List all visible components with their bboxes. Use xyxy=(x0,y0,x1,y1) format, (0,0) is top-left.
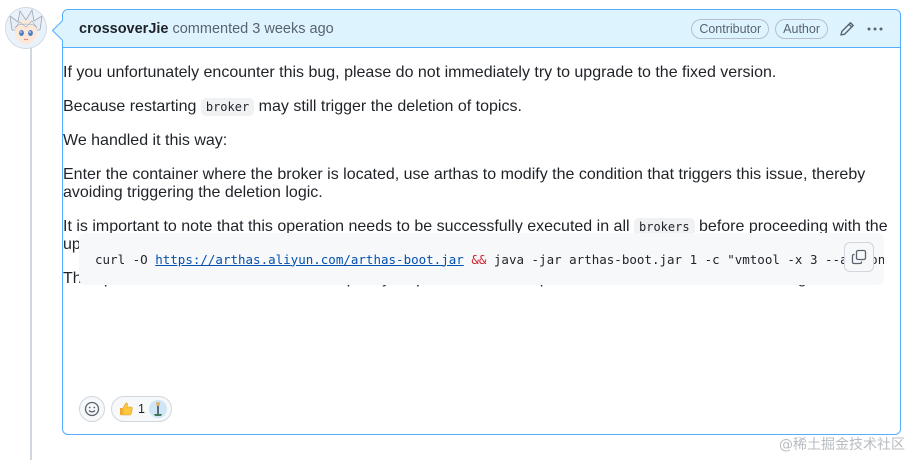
comment-action: commented xyxy=(172,20,249,37)
paragraph-3: We handled it this way: xyxy=(63,132,228,149)
comment-meta: commented 3 weeks ago xyxy=(172,21,333,37)
paragraph-2-text-b: may still trigger the deletion of topics… xyxy=(254,98,522,115)
code-block[interactable]: curl -O https://arthas.aliyun.com/arthas… xyxy=(79,233,884,285)
code-operator: && xyxy=(471,251,487,267)
add-reaction-button[interactable] xyxy=(79,396,105,422)
header-actions: Contributor Author xyxy=(691,18,884,39)
smiley-icon xyxy=(84,401,100,417)
code-line: curl -O https://arthas.aliyun.com/arthas… xyxy=(79,252,884,267)
reactions-bar: 1 xyxy=(79,396,172,422)
paragraph-2-text-a: Because restarting xyxy=(63,98,201,115)
code-prefix: curl -O xyxy=(95,251,156,267)
pencil-icon[interactable] xyxy=(838,20,856,38)
comment-time-link[interactable]: 3 weeks ago xyxy=(252,21,333,37)
timeline-line xyxy=(30,48,32,460)
code-rest: java -jar arthas-boot.jar 1 -c "vmtool -… xyxy=(486,251,884,267)
comment-box: crossoverJie commented 3 weeks ago Contr… xyxy=(51,9,901,435)
thumbs-up-icon xyxy=(118,401,134,417)
author-badge: Author xyxy=(775,18,828,39)
code-url-link[interactable]: https://arthas.aliyun.com/arthas-boot.ja… xyxy=(155,252,464,267)
copy-button[interactable] xyxy=(844,242,874,272)
paragraph-2: Because restarting broker may still trig… xyxy=(63,98,900,116)
inline-code-broker: broker xyxy=(200,98,255,116)
contributor-badge: Contributor xyxy=(691,18,770,39)
kebab-menu-icon[interactable] xyxy=(866,20,884,38)
thumbs-up-reaction-button[interactable]: 1 xyxy=(111,396,172,422)
author-name-link[interactable]: crossoverJie xyxy=(79,21,168,37)
reactor-avatar xyxy=(148,400,167,418)
comment-header: crossoverJie commented 3 weeks ago Contr… xyxy=(63,10,900,48)
paragraph-1: If you unfortunately encounter this bug,… xyxy=(63,64,777,81)
watermark-text: @稀土掘金技术社区 xyxy=(779,437,905,453)
thumbs-up-count: 1 xyxy=(138,402,145,416)
copy-icon xyxy=(851,249,867,265)
paragraph-4: Enter the container where the broker is … xyxy=(63,166,866,201)
author-avatar[interactable] xyxy=(6,8,46,48)
